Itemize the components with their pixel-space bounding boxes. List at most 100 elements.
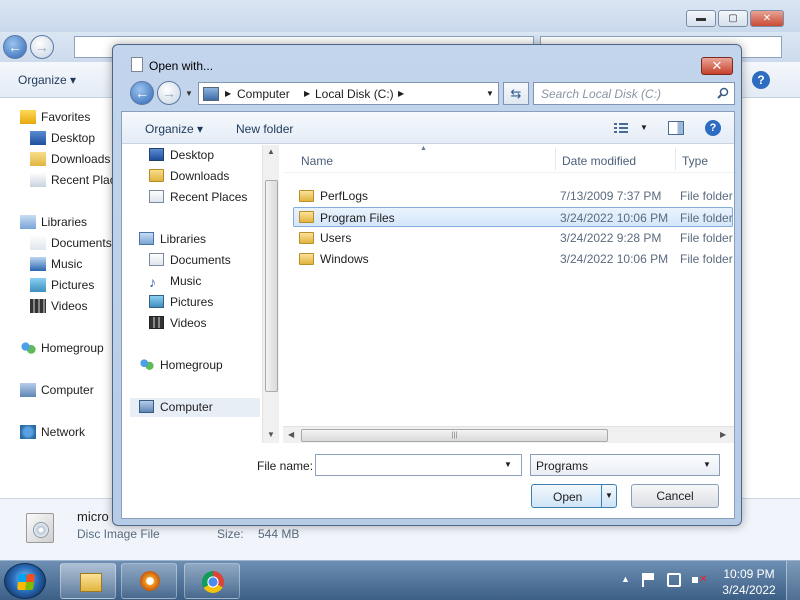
bg-nav-item[interactable]: Libraries (20, 213, 87, 231)
nav-item-label: Computer (160, 400, 213, 414)
taskbar-media-player-button[interactable] (121, 563, 177, 599)
nav-item-label: Music (170, 274, 202, 288)
file-type: File folder (680, 189, 733, 203)
nav-item-downloads[interactable]: Downloads (149, 167, 229, 186)
taskbar-explorer-button[interactable] (60, 563, 116, 599)
dialog-back-button[interactable]: ← (130, 81, 154, 105)
new-folder-button[interactable]: New folder (236, 122, 293, 136)
taskbar-chrome-button[interactable] (184, 563, 240, 599)
action-center-flag-icon[interactable] (642, 573, 656, 587)
volume-muted-icon[interactable] (692, 573, 707, 587)
bg-nav-item-label: Libraries (41, 215, 88, 229)
network-icon (20, 425, 36, 439)
scrollbar-thumb[interactable] (265, 180, 278, 392)
nav-item-videos[interactable]: Videos (149, 314, 206, 333)
file-row-selected[interactable]: Program Files 3/24/2022 10:06 PM File fo… (293, 207, 733, 227)
nav-item-desktop[interactable]: Desktop (149, 146, 214, 165)
network-icon[interactable] (667, 573, 681, 587)
nav-item-computer[interactable]: Computer (130, 398, 260, 417)
file-row[interactable]: Users 3/24/2022 9:28 PM File folder (293, 228, 733, 248)
start-button[interactable] (4, 563, 46, 599)
back-button[interactable]: ← (3, 35, 27, 59)
chevron-right-icon[interactable]: ▶ (225, 89, 231, 98)
show-desktop-button[interactable] (786, 561, 800, 600)
nav-item-music[interactable]: ♪ Music (149, 272, 201, 291)
breadcrumb-computer[interactable]: Computer (237, 87, 290, 101)
file-type-dropdown-icon[interactable]: ▼ (703, 460, 711, 469)
nav-item-homegroup[interactable]: Homegroup (139, 356, 223, 375)
search-box[interactable]: Search Local Disk (C:) (533, 82, 735, 105)
clock-time[interactable]: 10:09 PM (717, 567, 781, 581)
nav-item-recent-places[interactable]: Recent Places (149, 188, 247, 207)
bg-nav-item[interactable]: Music (30, 255, 82, 273)
dialog-close-button[interactable]: ✕ (701, 57, 733, 75)
open-options-dropdown-icon[interactable]: ▼ (601, 485, 616, 507)
minimize-button[interactable]: ▬ (686, 10, 716, 27)
nav-item-libraries[interactable]: Libraries (139, 230, 206, 249)
taskbar: ▲ 10:09 PM 3/24/2022 (0, 560, 800, 600)
column-header-date-modified[interactable]: Date modified (562, 154, 636, 168)
navigation-scrollbar[interactable]: ▲ ▼ (262, 145, 279, 443)
refresh-button[interactable]: ⇆ (503, 82, 529, 105)
column-divider[interactable] (675, 148, 676, 170)
bg-nav-item[interactable]: Videos (30, 297, 87, 315)
file-type-select[interactable]: Programs ▼ (530, 454, 720, 476)
column-header-type[interactable]: Type (682, 154, 708, 168)
views-icon[interactable] (614, 122, 628, 134)
bg-nav-item[interactable]: Network (20, 423, 85, 441)
open-button[interactable]: Open ▼ (531, 484, 617, 508)
chevron-right-icon[interactable]: ▶ (304, 89, 310, 98)
bg-nav-item[interactable]: Favorites (20, 108, 90, 126)
column-headers: ▲ Name Date modified Type (283, 145, 734, 173)
scroll-up-icon[interactable]: ▲ (267, 147, 275, 156)
search-icon[interactable] (717, 87, 729, 99)
bg-nav-item-label: Favorites (41, 110, 91, 124)
clock-date[interactable]: 3/24/2022 (717, 583, 781, 597)
cancel-button[interactable]: Cancel (631, 484, 719, 508)
breadcrumb-local-disk[interactable]: Local Disk (C:) (315, 87, 394, 101)
bg-nav-item[interactable]: Computer (20, 381, 94, 399)
file-name-label: File name: (257, 459, 314, 473)
file-name-dropdown-icon[interactable]: ▼ (504, 460, 512, 469)
close-button[interactable]: ✕ (750, 10, 784, 27)
scroll-down-icon[interactable]: ▼ (267, 430, 275, 439)
forward-button[interactable]: → (30, 35, 54, 59)
help-icon[interactable]: ? (705, 120, 721, 136)
file-row[interactable]: Windows 3/24/2022 10:06 PM File folder (293, 249, 733, 269)
preview-pane-icon[interactable] (668, 121, 684, 135)
show-hidden-icons-icon[interactable]: ▲ (621, 574, 630, 584)
file-row[interactable]: PerfLogs 7/13/2009 7:37 PM File folder (293, 186, 733, 206)
chevron-right-icon[interactable]: ▶ (398, 89, 404, 98)
nav-item-documents[interactable]: Documents (149, 251, 231, 270)
scroll-left-icon[interactable]: ◀ (288, 430, 294, 439)
file-type: File folder (680, 252, 733, 266)
address-dropdown-icon[interactable]: ▼ (486, 89, 494, 98)
bg-nav-item[interactable]: Recent Plac (30, 171, 116, 189)
homegroup-icon (139, 358, 154, 371)
column-header-name[interactable]: Name (301, 154, 333, 168)
bg-nav-item-label: Recent Plac (51, 173, 116, 187)
nav-item-pictures[interactable]: Pictures (149, 293, 213, 312)
file-name-input[interactable]: ▼ (315, 454, 522, 476)
dialog-forward-button[interactable]: → (157, 81, 181, 105)
horizontal-scrollbar[interactable]: ◀ ||| ▶ (283, 426, 734, 443)
recent-locations-dropdown[interactable]: ▼ (185, 89, 193, 98)
column-divider[interactable] (555, 148, 556, 170)
bg-nav-item[interactable]: Homegroup (20, 339, 104, 357)
search-input[interactable]: Search Local Disk (C:) (541, 87, 661, 101)
folder-icon (149, 169, 164, 182)
bg-nav-item[interactable]: Downloads (30, 150, 110, 168)
views-dropdown-icon[interactable]: ▼ (640, 123, 648, 132)
help-icon[interactable]: ? (752, 71, 770, 89)
bg-nav-item[interactable]: Pictures (30, 276, 94, 294)
music-icon: ♪ (149, 274, 156, 290)
scrollbar-thumb[interactable]: ||| (301, 429, 608, 442)
maximize-button[interactable]: ▢ (718, 10, 748, 27)
address-bar[interactable]: ▶ Computer ▶ Local Disk (C:) ▶ ▼ (198, 82, 499, 105)
scroll-right-icon[interactable]: ▶ (720, 430, 726, 439)
organize-menu[interactable]: Organize ▾ (18, 73, 76, 87)
organize-menu[interactable]: Organize ▾ (145, 122, 203, 136)
bg-nav-item[interactable]: Documents (30, 234, 112, 252)
desktop-icon (149, 148, 164, 161)
bg-nav-item[interactable]: Desktop (30, 129, 95, 147)
